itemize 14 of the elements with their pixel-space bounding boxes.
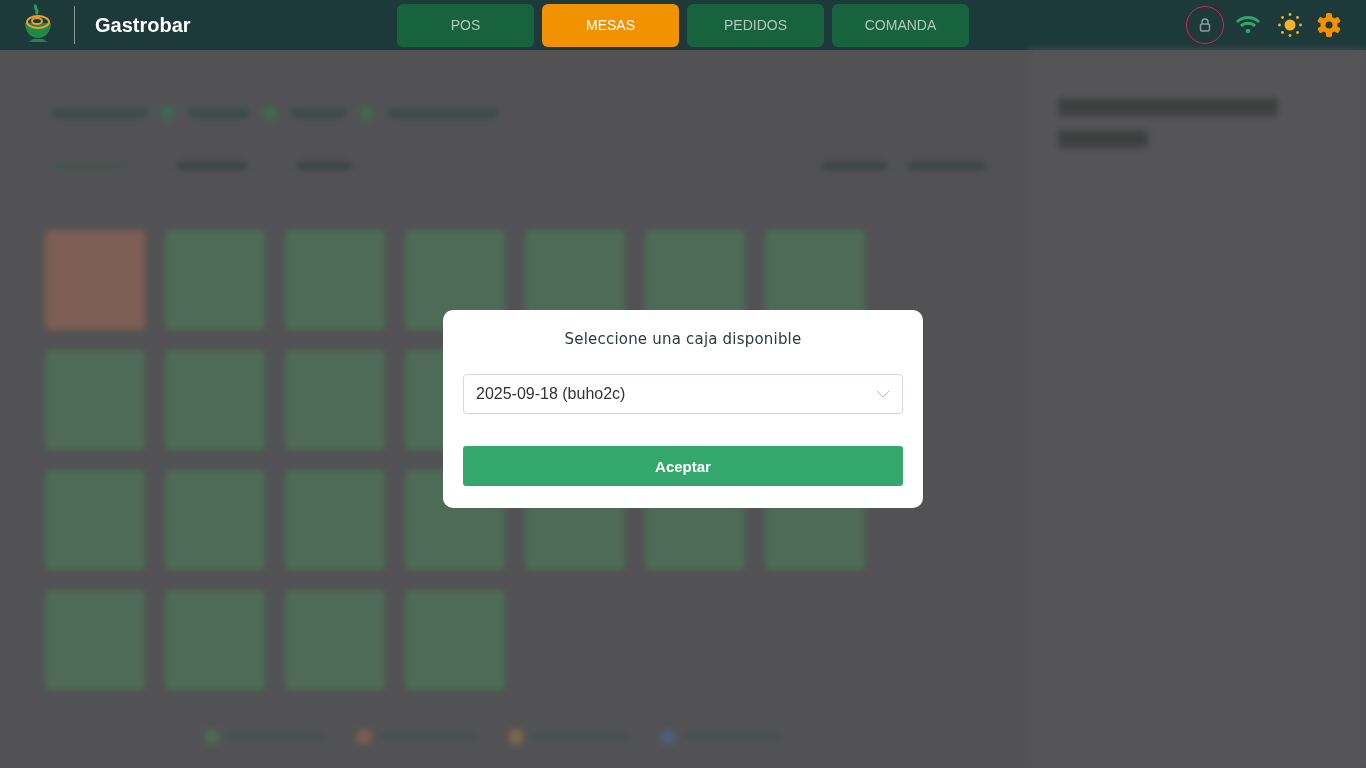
dialog-title: Seleccione una caja disponible [564,330,802,348]
app-title: Gastrobar [95,13,191,37]
sun-icon[interactable] [1278,13,1302,37]
settings-icon[interactable] [1316,12,1342,38]
nav-tab[interactable]: MESAS [542,3,679,47]
nav-tab[interactable]: COMANDA [832,3,969,47]
nav-tab[interactable]: PEDIDOS [687,3,824,47]
table-tile[interactable] [45,230,145,330]
accept-button[interactable]: Aceptar [463,446,903,486]
cash-select[interactable]: 2025-09-18 (buho2c) [463,374,903,414]
nav-tab[interactable]: POS [397,3,534,47]
lock-icon [1198,18,1212,32]
wifi-icon[interactable] [1236,16,1260,34]
chevron-down-icon [876,390,890,398]
